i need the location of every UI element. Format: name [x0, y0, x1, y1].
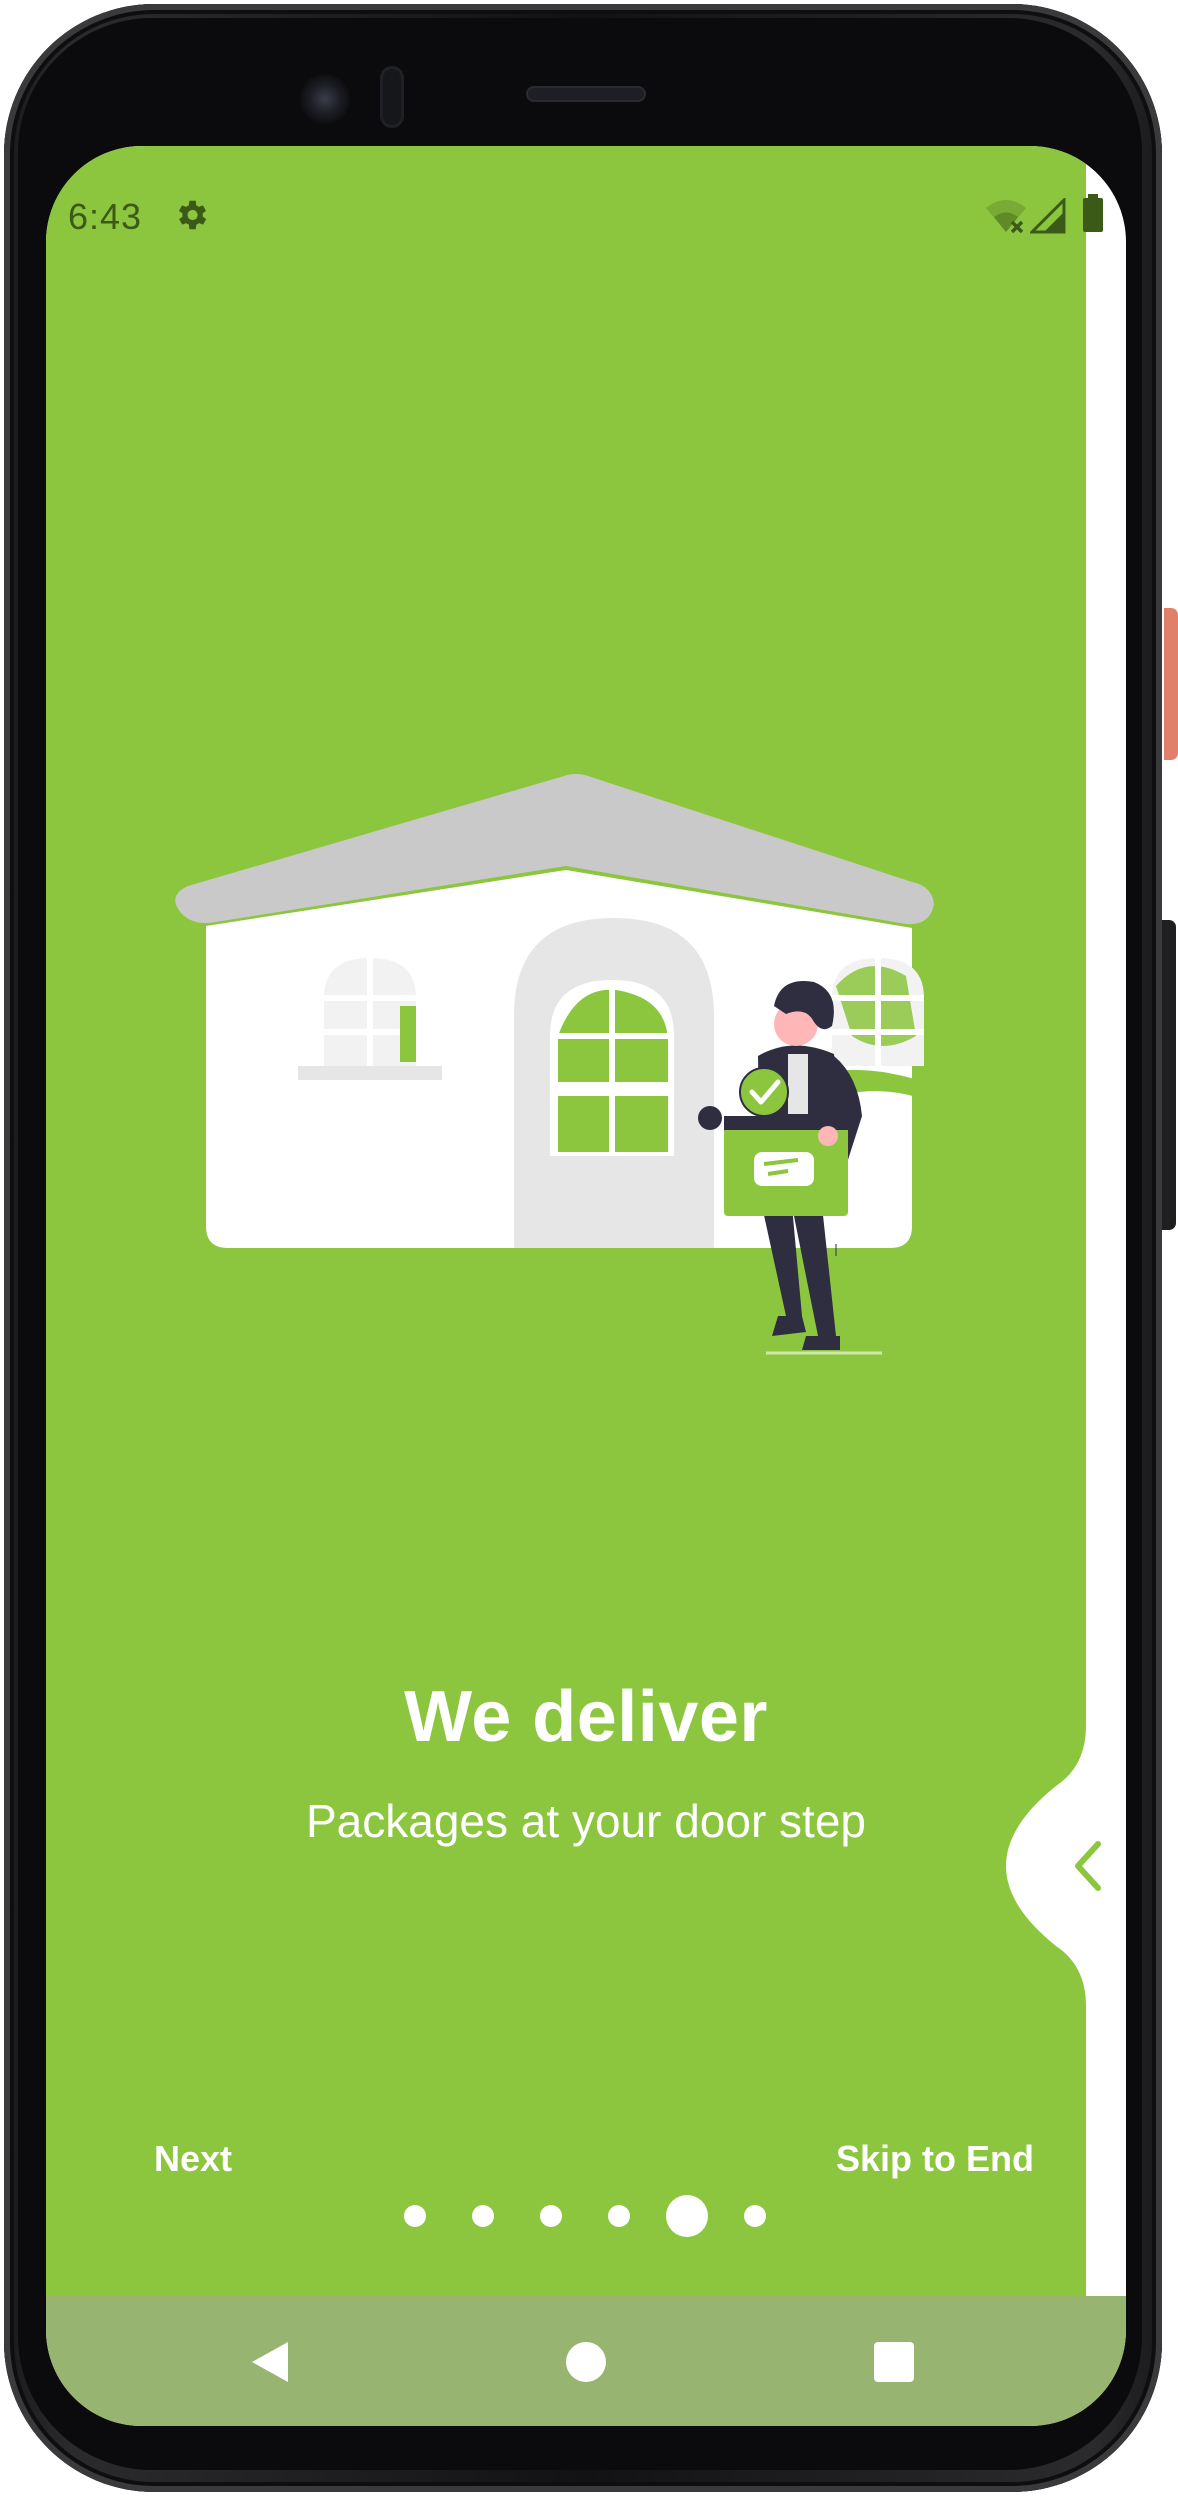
volume-button: [1162, 920, 1176, 1230]
skip-to-end-button[interactable]: Skip to End: [836, 2138, 1034, 2180]
screen: 6:43 We deliver Packages at your door st…: [46, 146, 1126, 2426]
back-triangle-icon[interactable]: [250, 2340, 290, 2384]
page-indicator: [46, 2195, 1126, 2237]
liquid-swipe-handle[interactable]: [1006, 1726, 1126, 2006]
page-dot[interactable]: [744, 2205, 766, 2227]
status-time: 6:43: [68, 196, 143, 237]
house-delivery-illustration: [175, 774, 965, 1355]
home-circle-icon[interactable]: [566, 2342, 606, 2382]
next-button[interactable]: Next: [154, 2138, 232, 2180]
onboarding-subtitle: Packages at your door step: [306, 1795, 866, 1847]
page-dot[interactable]: [472, 2205, 494, 2227]
earpiece-speaker: [526, 86, 646, 102]
page-dot[interactable]: [540, 2205, 562, 2227]
gear-icon: [178, 200, 207, 230]
proximity-sensor: [380, 66, 404, 128]
wifi-off-icon: [986, 200, 1026, 234]
front-camera: [300, 74, 350, 124]
device-page: 6:43 We deliver Packages at your door st…: [0, 0, 1178, 2498]
page-dot[interactable]: [404, 2205, 426, 2227]
page-dot[interactable]: [608, 2205, 630, 2227]
recents-square-icon[interactable]: [874, 2342, 914, 2382]
system-navigation-bar: [46, 2296, 1126, 2426]
status-bar: 6:43: [46, 146, 1126, 286]
onboarding-title: We deliver: [404, 1677, 768, 1757]
power-button: [1164, 608, 1178, 760]
page-dot-active[interactable]: [666, 2195, 708, 2237]
signal-icon: [1030, 198, 1066, 234]
battery-icon: [1083, 194, 1103, 232]
